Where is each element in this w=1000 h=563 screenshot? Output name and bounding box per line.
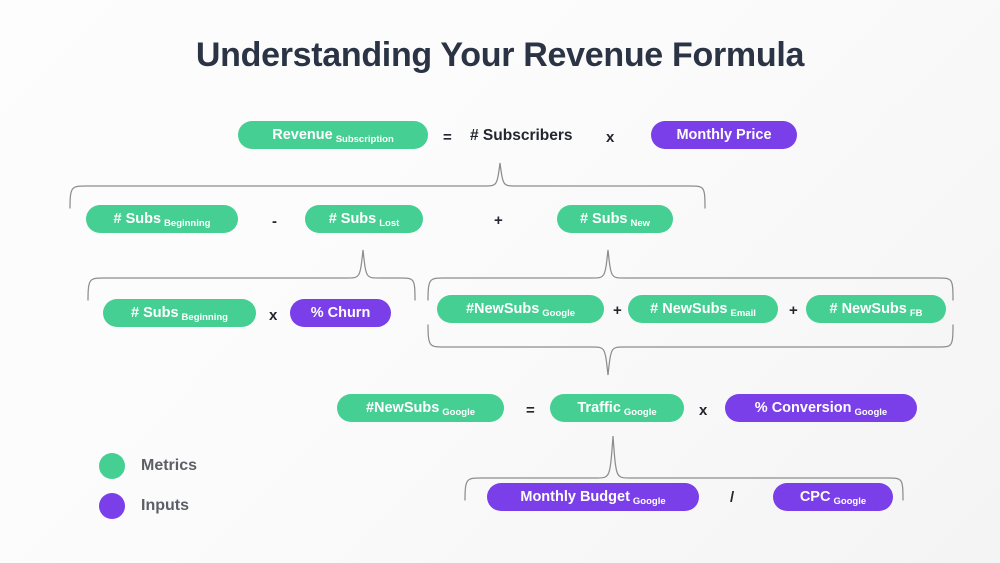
pill-monthly-budget-google[interactable]: Monthly Budget Google: [487, 483, 699, 511]
operator-divide-row5: /: [730, 489, 735, 506]
pill-main-label: # Subs: [113, 210, 162, 227]
pill-newsubs-email[interactable]: # NewSubs Email: [628, 295, 778, 323]
pill-subs-lost[interactable]: # Subs Lost: [305, 205, 423, 233]
brace-traffic-google: [0, 0, 1000, 563]
pill-main-label: #NewSubs: [365, 399, 440, 416]
pill-sub-label: Lost: [379, 217, 400, 229]
pill-sub-label: Beginning: [164, 217, 211, 229]
pill-main-label: Traffic: [577, 399, 621, 416]
pill-sub-label: Beginning: [181, 311, 228, 323]
operator-times-row4: x: [699, 402, 708, 419]
pill-sub-label: Google: [623, 406, 657, 418]
operator-equals-row4: =: [526, 402, 535, 419]
pill-sub-label: Google: [442, 406, 476, 418]
pill-main-label: Monthly Price: [676, 126, 772, 143]
pill-conversion-google[interactable]: % Conversion Google: [725, 394, 917, 422]
pill-newsubs-google-row4[interactable]: #NewSubs Google: [337, 394, 504, 422]
operator-times-row1: x: [606, 129, 615, 146]
pill-main-label: # Subs: [328, 210, 377, 227]
pill-churn[interactable]: % Churn: [290, 299, 391, 327]
pill-subs-beginning-row2[interactable]: # Subs Beginning: [86, 205, 238, 233]
operator-minus-row2: -: [272, 213, 277, 230]
pill-monthly-price[interactable]: Monthly Price: [651, 121, 797, 149]
term-subscribers: # Subscribers: [470, 127, 573, 144]
operator-plus2-row3: +: [789, 302, 798, 319]
pill-main-label: # NewSubs: [829, 300, 907, 317]
pill-main-label: % Conversion: [754, 399, 852, 416]
pill-sub-label: Email: [730, 307, 756, 319]
pill-main-label: # Subs: [579, 210, 628, 227]
pill-main-label: # Subs: [131, 304, 179, 321]
operator-equals-row1: =: [443, 129, 452, 146]
pill-main-label: # NewSubs: [650, 300, 728, 317]
pill-subs-beginning-row3[interactable]: # Subs Beginning: [103, 299, 256, 327]
pill-main-label: Monthly Budget: [520, 488, 630, 505]
pill-main-label: CPC: [799, 488, 831, 505]
pill-cpc-google[interactable]: CPC Google: [773, 483, 893, 511]
pill-subs-new[interactable]: # Subs New: [557, 205, 673, 233]
pill-newsubs-fb[interactable]: # NewSubs FB: [806, 295, 946, 323]
pill-sub-label: Google: [542, 307, 576, 319]
pill-newsubs-google-row3[interactable]: #NewSubs Google: [437, 295, 604, 323]
pill-main-label: % Churn: [310, 304, 371, 321]
operator-plus1-row3: +: [613, 302, 622, 319]
pill-sub-label: New: [630, 217, 651, 229]
pill-sub-label: Google: [632, 495, 666, 507]
operator-times-row3: x: [269, 307, 278, 324]
pill-sub-label: FB: [909, 307, 923, 319]
pill-sub-label: Google: [833, 495, 867, 507]
pill-revenue-subscription[interactable]: Revenue Subscription: [238, 121, 428, 149]
diagram-canvas: Understanding Your Revenue Formula Reven…: [0, 0, 1000, 563]
pill-traffic-google[interactable]: Traffic Google: [550, 394, 684, 422]
pill-main-label: #NewSubs: [465, 300, 540, 317]
pill-sub-label: Google: [854, 406, 888, 418]
pill-sub-label: Subscription: [335, 133, 394, 145]
pill-main-label: Revenue: [272, 126, 333, 143]
operator-plus-row2: +: [494, 212, 503, 229]
